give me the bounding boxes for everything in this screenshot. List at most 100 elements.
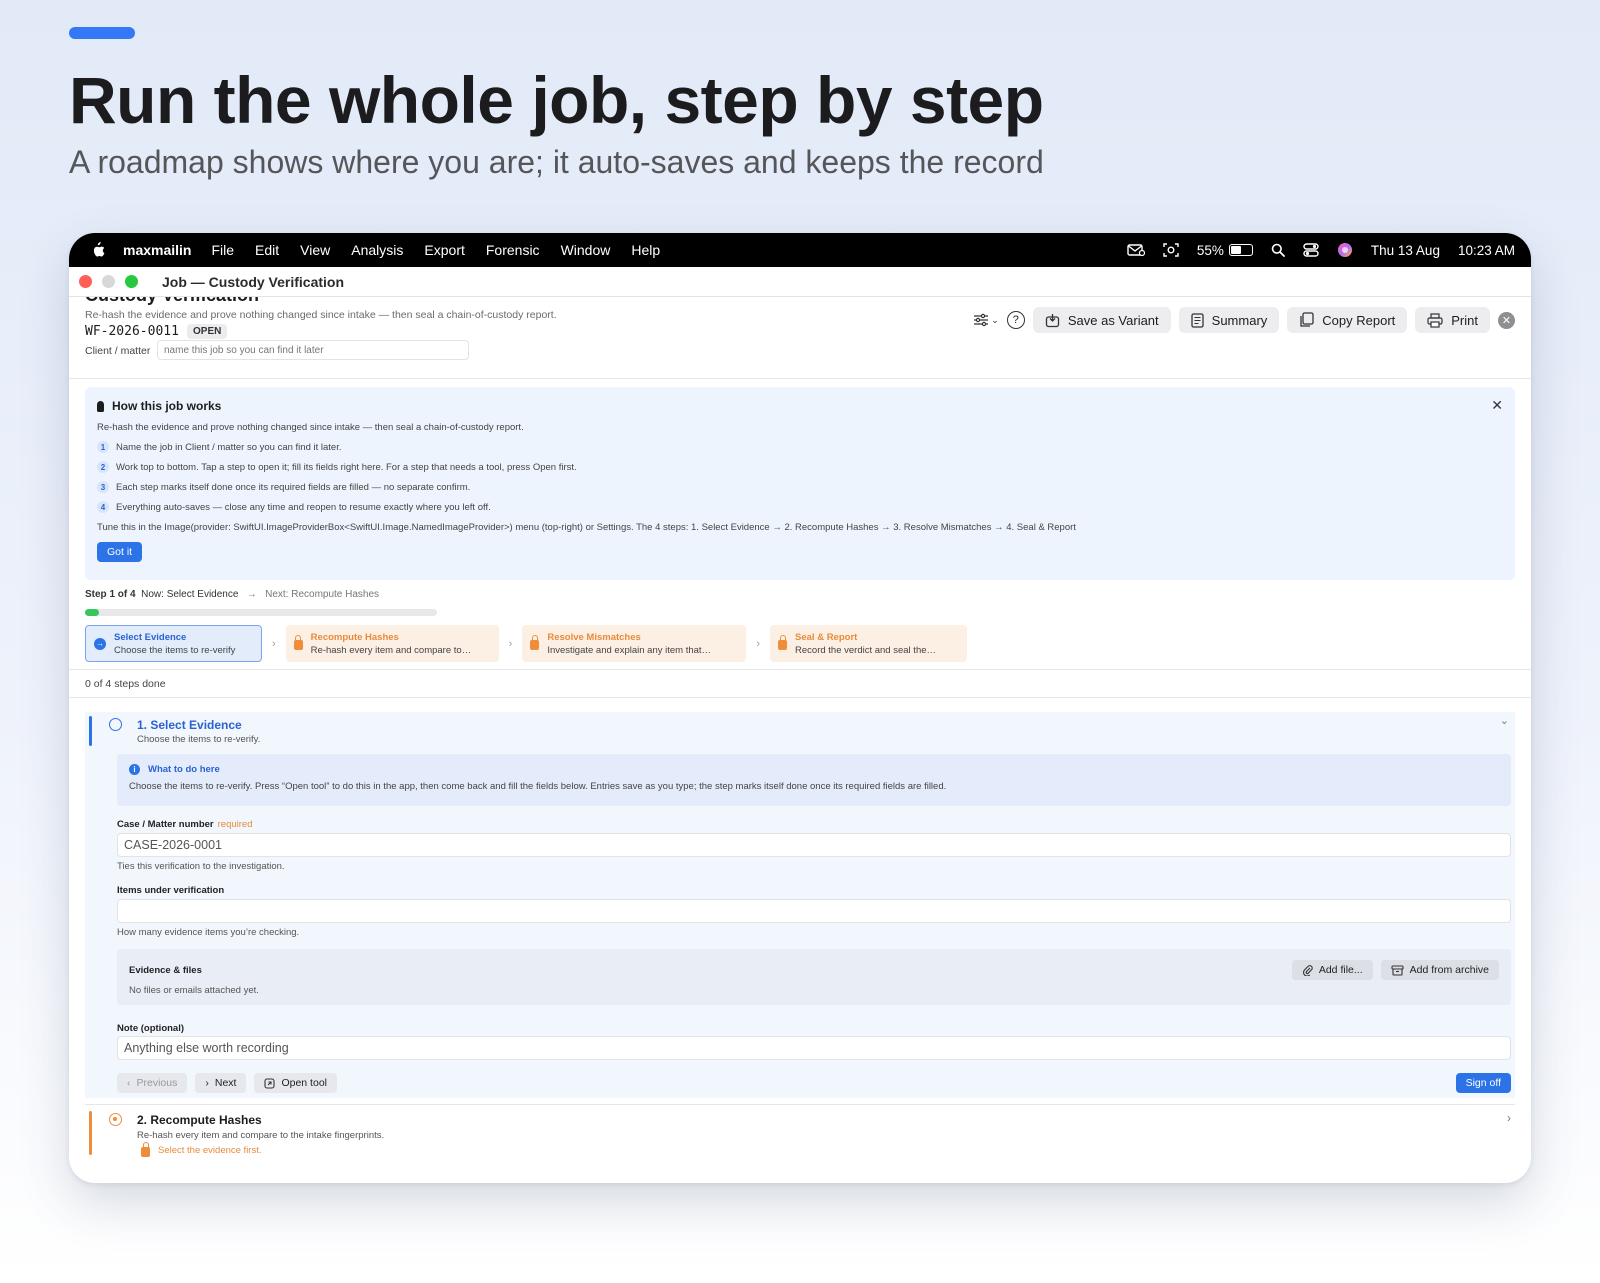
step-title[interactable]: 1. Select Evidence bbox=[137, 718, 242, 732]
previous-label: Previous bbox=[136, 1077, 178, 1089]
job-title: Custody Verification bbox=[85, 297, 259, 306]
summary-button[interactable]: Summary bbox=[1178, 307, 1280, 333]
copy-report-button[interactable]: Copy Report bbox=[1287, 307, 1408, 333]
roadmap-chip-select-evidence[interactable]: → Select Evidence Choose the items to re-… bbox=[85, 625, 262, 662]
window-title: Job — Custody Verification bbox=[162, 273, 345, 290]
battery-percent: 55% bbox=[1196, 242, 1224, 258]
client-matter-input[interactable]: name this job so you can find it later bbox=[157, 340, 469, 360]
zoom-window-button[interactable] bbox=[125, 275, 138, 288]
got-it-button[interactable]: Got it bbox=[97, 542, 143, 562]
roadmap-chip-resolve-mismatches[interactable]: Resolve Mismatches Investigate and explai… bbox=[522, 625, 747, 662]
client-matter-label: Client / matter bbox=[85, 345, 151, 357]
step-number-badge: 3 bbox=[97, 481, 109, 493]
hero-subhead: A roadmap shows where you are; it auto-s… bbox=[69, 144, 1044, 180]
menu-help[interactable]: Help bbox=[631, 242, 660, 258]
step-pending-icon bbox=[109, 1113, 122, 1126]
step-navigation: ‹ Previous › Next Open tool Sign off bbox=[117, 1073, 1511, 1093]
menu-time[interactable]: 10:23 AM bbox=[1458, 243, 1515, 258]
roadmap-chip-seal-report[interactable]: Seal & Report Record the verdict and seal… bbox=[770, 625, 968, 662]
progress-bar bbox=[85, 609, 437, 616]
close-how-panel-icon[interactable]: ✕ bbox=[1491, 397, 1503, 414]
step-status-line: Step 1 of 4 Now: Select Evidence → Next:… bbox=[85, 589, 1515, 600]
expand-chevron-icon[interactable]: › bbox=[1507, 1111, 1511, 1125]
chip-subtitle: Choose the items to re-verify bbox=[114, 644, 236, 656]
menu-export[interactable]: Export bbox=[424, 242, 464, 258]
screen-capture-icon[interactable] bbox=[1163, 242, 1179, 258]
step-status-circle-icon bbox=[109, 718, 122, 731]
next-step-text: Next: Recompute Hashes bbox=[265, 589, 380, 600]
job-content: Custody Verification Re-hash the evidenc… bbox=[69, 297, 1531, 1164]
progress-fill bbox=[85, 609, 100, 616]
add-from-archive-button[interactable]: Add from archive bbox=[1380, 960, 1499, 980]
what-title: What to do here bbox=[148, 764, 220, 775]
add-file-button[interactable]: Add file... bbox=[1291, 960, 1373, 980]
note-input[interactable]: Anything else worth recording bbox=[117, 1036, 1511, 1060]
how-item-text: Work top to bottom. Tap a step to open i… bbox=[116, 461, 577, 473]
how-title: How this job works bbox=[112, 399, 222, 413]
close-job-button[interactable]: ✕ bbox=[1498, 311, 1515, 329]
how-this-job-works-panel: How this job works ✕ Re-hash the evidenc… bbox=[85, 387, 1515, 580]
sliders-icon bbox=[974, 313, 989, 327]
items-help: How many evidence items you’re checking. bbox=[117, 927, 300, 938]
open-tool-button[interactable]: Open tool bbox=[254, 1073, 337, 1093]
chip-title: Select Evidence bbox=[114, 631, 187, 643]
spotlight-search-icon[interactable] bbox=[1271, 243, 1285, 257]
menu-file[interactable]: File bbox=[211, 242, 234, 258]
menu-bar: maxmailin File Edit View Analysis Export… bbox=[69, 233, 1531, 267]
printer-icon bbox=[1427, 312, 1443, 328]
step-title: 2. Recompute Hashes bbox=[137, 1113, 262, 1127]
close-window-button[interactable] bbox=[79, 275, 92, 288]
current-step-text: Now: Select Evidence bbox=[141, 589, 239, 600]
chip-subtitle: Investigate and explain any item that… bbox=[547, 644, 712, 656]
question-icon: ? bbox=[1012, 314, 1019, 326]
menu-view[interactable]: View bbox=[300, 242, 330, 258]
archive-icon bbox=[1391, 964, 1404, 976]
items-under-verification-label: Items under verification bbox=[117, 885, 225, 896]
help-button[interactable]: ? bbox=[1006, 311, 1025, 329]
close-icon: ✕ bbox=[1501, 314, 1512, 327]
print-button[interactable]: Print bbox=[1415, 307, 1490, 333]
roadmap-chip-recompute-hashes[interactable]: Recompute Hashes Re-hash every item and c… bbox=[285, 625, 499, 662]
case-number-help: Ties this verification to the investigat… bbox=[117, 861, 285, 872]
paperclip-icon bbox=[1302, 965, 1313, 976]
customize-menu[interactable]: ⌄ bbox=[973, 313, 999, 327]
status-badge: OPEN bbox=[187, 324, 228, 339]
evidence-actions: Add file... Add from archive bbox=[1291, 960, 1499, 980]
step-subtitle: Choose the items to re-verify. bbox=[137, 734, 261, 745]
next-button[interactable]: › Next bbox=[195, 1073, 247, 1093]
step-locked-text: Select the evidence first. bbox=[158, 1145, 262, 1156]
menu-analysis[interactable]: Analysis bbox=[351, 242, 403, 258]
step-card-recompute-hashes[interactable]: 2. Recompute Hashes Re-hash every item a… bbox=[85, 1104, 1515, 1164]
copy-report-label: Copy Report bbox=[1322, 312, 1396, 328]
summary-label: Summary bbox=[1211, 312, 1268, 328]
step-locked-warning: Select the evidence first. bbox=[141, 1142, 262, 1157]
menu-forensic[interactable]: Forensic bbox=[486, 242, 540, 258]
what-title-row: i What to do here bbox=[129, 764, 1499, 775]
menu-window[interactable]: Window bbox=[561, 242, 611, 258]
chip-title: Seal & Report bbox=[795, 631, 858, 643]
evidence-files-panel: Evidence & files No files or emails atta… bbox=[117, 949, 1511, 1005]
previous-button[interactable]: ‹ Previous bbox=[117, 1073, 188, 1093]
next-label: Next bbox=[214, 1077, 237, 1089]
menu-date[interactable]: Thu 13 Aug bbox=[1371, 243, 1440, 258]
save-as-variant-button[interactable]: Save as Variant bbox=[1032, 307, 1171, 333]
mail-status-icon[interactable] bbox=[1127, 243, 1145, 257]
control-center-icon[interactable] bbox=[1303, 243, 1319, 257]
chevron-left-icon: ‹ bbox=[127, 1077, 131, 1089]
chevron-right-icon: › bbox=[272, 637, 276, 650]
apple-icon[interactable] bbox=[89, 242, 107, 258]
collapse-chevron-icon[interactable]: ⌄ bbox=[1500, 714, 1509, 727]
siri-icon[interactable] bbox=[1337, 242, 1353, 258]
how-title-row: How this job works bbox=[97, 399, 1503, 413]
required-tag: required bbox=[217, 819, 253, 830]
summary-icon bbox=[1191, 312, 1204, 328]
menu-app-name[interactable]: maxmailin bbox=[123, 242, 191, 258]
items-under-verification-input[interactable] bbox=[117, 899, 1511, 923]
menu-edit[interactable]: Edit bbox=[255, 242, 279, 258]
sign-off-button[interactable]: Sign off bbox=[1455, 1073, 1511, 1093]
battery-indicator[interactable]: 55% bbox=[1197, 243, 1253, 258]
case-number-input[interactable]: CASE-2026-0001 bbox=[117, 833, 1511, 857]
job-header: Custody Verification Re-hash the evidenc… bbox=[69, 297, 1531, 379]
minimize-window-button[interactable] bbox=[102, 275, 115, 288]
job-description: Re-hash the evidence and prove nothing c… bbox=[85, 309, 557, 321]
